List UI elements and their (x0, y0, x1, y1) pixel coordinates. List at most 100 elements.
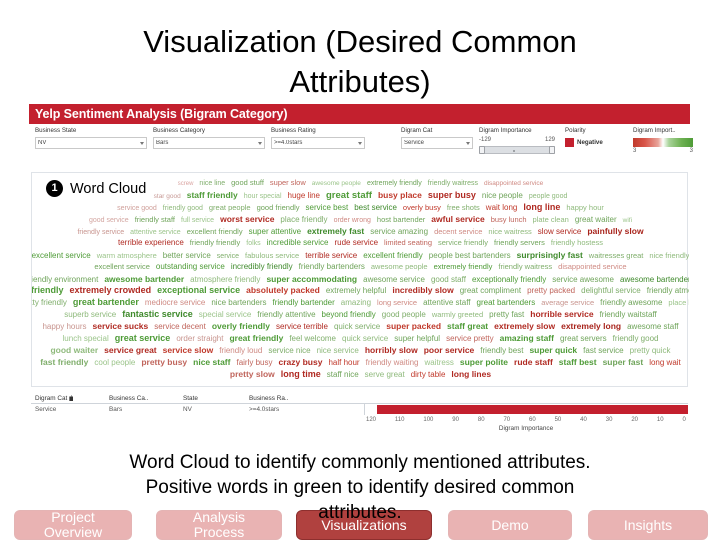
sort-ascending-icon[interactable] (69, 395, 74, 401)
wordcloud-term[interactable]: special service (199, 310, 251, 319)
wordcloud-term[interactable]: extremely helpful (326, 287, 386, 296)
wordcloud-term[interactable]: free shots (447, 203, 480, 212)
wordcloud-term[interactable]: friendly bartender (273, 299, 335, 308)
wordcloud-term[interactable]: busy place (378, 191, 422, 200)
wordcloud-term[interactable]: people best bartenders (429, 251, 511, 260)
wordcloud-term[interactable]: super busy (428, 191, 476, 200)
wordcloud-term[interactable]: folks (246, 240, 260, 247)
wordcloud-term[interactable]: staff friendly (187, 191, 238, 200)
wordcloud-term[interactable]: serve great (365, 370, 405, 379)
wordcloud-term[interactable]: pretty fast (489, 310, 524, 319)
wordcloud-term[interactable]: super fast (603, 358, 644, 367)
wordcloud-term[interactable]: busy lunch (491, 215, 527, 224)
wordcloud-term[interactable]: awesome service (363, 275, 425, 284)
wordcloud-term[interactable]: friendly waiting (366, 358, 419, 367)
wordcloud-term[interactable]: warmly greeted (432, 311, 483, 319)
wordcloud-term[interactable]: order straight (176, 334, 223, 343)
wordcloud-term[interactable]: cool people (94, 358, 135, 367)
wordcloud-term[interactable]: friendly servers (494, 239, 545, 247)
wordcloud-term[interactable]: friendly bartenders (299, 263, 365, 271)
wordcloud-term[interactable]: painfully slow (587, 227, 643, 236)
wordcloud-term[interactable]: long line (523, 203, 560, 212)
wordcloud-term[interactable]: great bartenders (477, 299, 536, 308)
legend-entry[interactable]: Negative (565, 138, 631, 147)
wordcloud-term[interactable]: friendly awesome (600, 299, 662, 308)
wordcloud-term[interactable]: rude staff (514, 358, 553, 367)
dropdown-business-category[interactable]: Bars (153, 137, 265, 149)
wordcloud-term[interactable]: great staff (326, 191, 372, 201)
wordcloud-term[interactable]: staff best (559, 358, 597, 367)
wordcloud-term[interactable]: good stuff (231, 179, 264, 187)
wordcloud-term[interactable]: fast service (583, 346, 623, 355)
wordcloud-term[interactable]: friendly waitress (498, 263, 552, 271)
wordcloud-term[interactable]: full service (181, 217, 214, 224)
wordcloud-term[interactable]: pretty slow (230, 370, 275, 379)
wordcloud-term[interactable]: service nice (268, 346, 310, 355)
filter-business-category[interactable]: Business Category Bars (153, 126, 265, 149)
wordcloud-term[interactable]: service awesome (552, 275, 614, 284)
wordcloud-term[interactable]: slow service (538, 227, 582, 236)
wordcloud-term[interactable]: terrible service (305, 251, 357, 260)
wordcloud-term[interactable]: service slow (163, 346, 214, 355)
column-header-state[interactable]: State (183, 395, 249, 402)
wordcloud-term[interactable]: limited seating (384, 239, 432, 247)
wordcloud-term[interactable]: fairly busy (236, 358, 272, 367)
wordcloud-term[interactable]: service sucks (92, 322, 148, 331)
wordcloud-term[interactable]: friendly good (163, 205, 203, 212)
wordcloud-term[interactable]: waitresses great (589, 251, 644, 260)
dropdown-business-state[interactable]: NV (35, 137, 147, 149)
wordcloud-term[interactable]: service amazing (370, 227, 428, 236)
wordcloud-term[interactable]: service best (306, 203, 349, 212)
wordcloud-term[interactable]: incredibly slow (392, 286, 453, 295)
wordcloud-term[interactable]: extremely friendly (367, 180, 422, 187)
wordcloud-term[interactable]: good service (89, 217, 129, 224)
wordcloud-term[interactable]: overly busy (403, 203, 441, 212)
wordcloud-term[interactable]: extremely crowded (70, 286, 152, 295)
wordcloud-term[interactable]: horribly slow (365, 346, 418, 355)
column-header-business-category[interactable]: Business Ca.. (109, 395, 183, 402)
wordcloud-term[interactable]: screw (178, 181, 194, 187)
wordcloud-term[interactable]: service friendly (438, 239, 488, 247)
wordcloud-term[interactable]: extremely slow (494, 322, 555, 331)
wordcloud-term[interactable]: friendly environment (32, 275, 98, 284)
wordcloud-term[interactable]: order wrong (334, 217, 371, 224)
filter-business-rating[interactable]: Business Rating >=4.0stars (271, 126, 365, 149)
wordcloud-term[interactable]: friendly service (77, 229, 124, 236)
wordcloud-term[interactable]: good waiter (50, 346, 98, 355)
wordcloud-term[interactable]: terrible experience (118, 239, 184, 247)
wordcloud-term[interactable]: great service (115, 334, 171, 343)
wordcloud-term[interactable]: fast friendly (40, 358, 88, 367)
wordcloud-term[interactable]: awesome people (312, 180, 361, 188)
wordcloud-term[interactable]: people good (529, 193, 568, 200)
wordcloud-term[interactable]: nice bartenders (211, 299, 266, 308)
wordcloud-term[interactable]: feel welcome (289, 334, 336, 343)
wordcloud-term[interactable]: delightful service (581, 287, 641, 296)
wordcloud-term[interactable]: happy hours (42, 322, 86, 331)
column-header-digram-cat[interactable]: Digram Cat (31, 395, 109, 402)
wordcloud-term[interactable]: excellent friendly (187, 227, 243, 236)
wordcloud-term[interactable]: service pretty (446, 334, 494, 343)
wordcloud-term[interactable]: pretty friendly (32, 299, 67, 308)
wordcloud-term[interactable]: nice staff (193, 358, 230, 367)
dropdown-digram-cat[interactable]: Service (401, 137, 473, 149)
wordcloud-term[interactable]: super packed (386, 322, 441, 331)
wordcloud-term[interactable]: service decent (154, 322, 206, 331)
wordcloud-term[interactable]: poor service (424, 346, 475, 355)
wordcloud-term[interactable]: superb service (64, 310, 116, 319)
wordcloud-term[interactable]: nice friendly (649, 251, 689, 260)
wordcloud-term[interactable]: good staff (431, 275, 466, 284)
wordcloud-term[interactable]: exceptionally friendly (472, 275, 546, 284)
wordcloud-term[interactable]: excellent service (94, 263, 149, 271)
wordcloud-term[interactable]: friendly friendly (190, 239, 240, 247)
wordcloud-term[interactable]: service (217, 253, 239, 260)
wordcloud[interactable]: screw nice line good stuff super slow awesom… (32, 173, 689, 388)
wordcloud-term[interactable]: better service (163, 251, 211, 260)
wordcloud-term[interactable]: good friendly (257, 203, 300, 212)
wordcloud-term[interactable]: great servers (560, 334, 607, 343)
wordcloud-term[interactable]: super quick (529, 346, 577, 355)
wordcloud-term[interactable]: great people (209, 203, 251, 212)
wordcloud-term[interactable]: extremely friendly (434, 263, 493, 271)
wordcloud-term[interactable]: fabulous service (245, 251, 299, 260)
wordcloud-term[interactable]: incredible service (267, 239, 329, 247)
wordcloud-term[interactable]: awesome bartender (104, 275, 184, 284)
